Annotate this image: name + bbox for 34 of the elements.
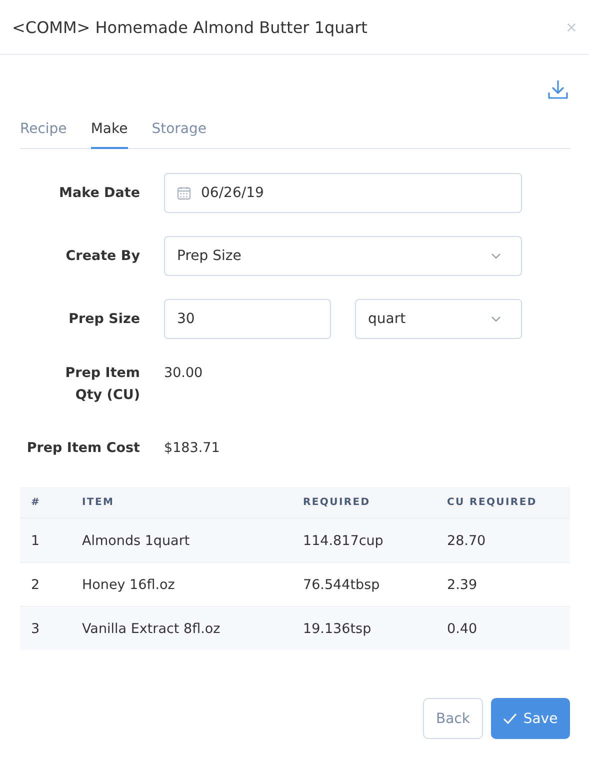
table-cell-text: Vanilla Extract 8fl.oz [81,620,222,636]
column-header: ITEM [81,497,116,508]
tab[interactable]: Make [90,121,128,149]
chevron-down-icon [491,253,501,259]
date-field[interactable]: 06/26/19 [164,173,522,213]
table-cell-text: 2.39 [446,576,478,592]
field-label: Create By [64,247,140,266]
table-cell-text: 19.136tsp [302,620,372,636]
field-value: $183.71 [164,439,220,458]
select-field[interactable]: Prep Size [164,236,522,276]
table-cell-text: 114.817cup [302,532,384,548]
column-header: REQUIRED [302,497,372,508]
calendar-icon [177,186,191,200]
check-icon [503,713,518,724]
column-header: # [30,497,42,508]
select-field[interactable]: quart [355,299,522,339]
table-cell-text: Almonds 1quart [81,532,191,548]
table-cell-text: 28.70 [446,532,487,548]
field-label: Prep Item Cost [26,439,140,458]
table-cell-text: 2 [30,576,41,592]
field-label: Make Date [58,184,140,203]
table-cell-text: 0.40 [446,620,478,636]
table-cell-text: 76.544tbsp [302,576,381,592]
table-cell-text: Honey 16fl.oz [81,576,176,592]
dialog-title: <COMM> Homemade Almond Butter 1quart [12,18,368,36]
chevron-down-icon [491,316,501,322]
table-cell-text: 3 [30,620,41,636]
field-label: Prep Size [68,310,140,329]
table-cell-text: 1 [30,532,41,548]
field-value: 30.00 [164,364,203,383]
download-icon[interactable] [547,79,569,101]
input-field[interactable]: 30 [164,299,331,339]
field-label: Prep Item Qty (CU) [64,364,140,405]
column-header: CU REQUIRED [446,497,538,508]
